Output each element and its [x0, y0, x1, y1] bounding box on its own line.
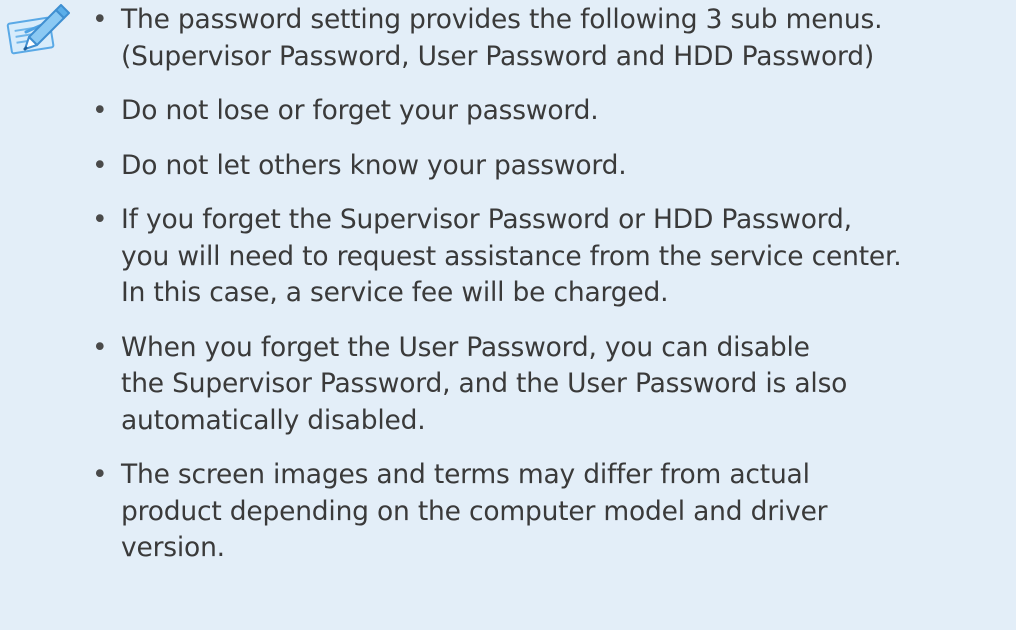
- note-line: When you forget the User Password, you c…: [121, 331, 810, 363]
- note-line: Do not lose or forget your password.: [121, 95, 599, 126]
- note-item-do-not-lose: • Do not lose or forget your password.: [92, 93, 1016, 130]
- note-line: Do not let others know your password.: [121, 149, 627, 181]
- bullet: •: [92, 4, 108, 35]
- bullet: •: [92, 204, 108, 235]
- note-line: In this case, a service fee will be char…: [121, 277, 669, 308]
- note-list: • The password setting provides the foll…: [92, 2, 1016, 567]
- note-line: If you forget the Supervisor Password or…: [121, 204, 852, 235]
- note-line: The screen images and terms may differ f…: [121, 459, 810, 490]
- note-item-forget-user-password: • When you forget the User Password, you…: [92, 330, 1016, 440]
- bullet: •: [92, 95, 108, 126]
- bullet: •: [92, 331, 108, 363]
- note-item-do-not-share: • Do not let others know your password.: [92, 148, 1016, 185]
- bullet: •: [92, 149, 108, 181]
- note-line: The password setting provides the follow…: [121, 4, 883, 35]
- note-panel: • The password setting provides the foll…: [0, 0, 1016, 630]
- note-line: (Supervisor Password, User Password and …: [121, 40, 874, 72]
- note-line: the Supervisor Password, and the User Pa…: [121, 368, 848, 399]
- note-line: you will need to request assistance from…: [121, 240, 902, 272]
- note-line: product depending on the computer model …: [121, 495, 828, 527]
- bullet: •: [92, 459, 108, 490]
- pen-on-notepad-icon: [6, 4, 70, 55]
- note-line: version.: [121, 532, 225, 563]
- note-item-password-submenus: • The password setting provides the foll…: [92, 2, 1016, 75]
- note-line: automatically disabled.: [121, 404, 426, 436]
- note-item-forget-supervisor-or-hdd: • If you forget the Supervisor Password …: [92, 202, 1016, 312]
- note-item-screen-images-may-differ: • The screen images and terms may differ…: [92, 457, 1016, 567]
